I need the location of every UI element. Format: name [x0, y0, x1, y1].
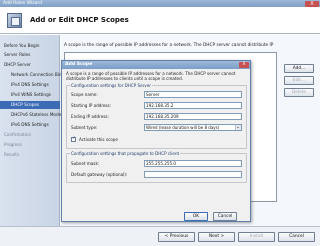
dialog-close-button[interactable]: X: [239, 62, 249, 68]
subnet-mask-input[interactable]: 255.255.255.0: [144, 160, 242, 167]
window-titlebar: Add Roles Wizard X: [0, 0, 320, 7]
subnet-type-select[interactable]: Wired (lease duration will be 8 days): [144, 124, 242, 131]
ending-ip-input[interactable]: 192.168.35.209: [144, 113, 242, 120]
sidebar-item-dhcp-server[interactable]: DHCP Server: [4, 61, 31, 69]
wizard-steps-sidebar: Before You Begin Server Roles DHCP Serve…: [0, 35, 73, 226]
window-close-button[interactable]: X: [305, 0, 319, 7]
starting-ip-label: Starting IP address:: [71, 103, 112, 108]
dhcp-client-settings-group: Configuration settings that propagate to…: [66, 151, 247, 183]
sidebar-item-progress: Progress: [4, 142, 22, 147]
activate-scope-label: Activate this scope: [79, 137, 118, 142]
edit-scope-button: Edit...: [284, 76, 314, 85]
sidebar-item-ipv6-dns-settings[interactable]: IPv6 DNS Settings: [11, 121, 49, 129]
starting-ip-input[interactable]: 192.168.35.2: [144, 102, 242, 109]
delete-scope-button: Delete: [284, 88, 314, 97]
scope-description: A scope is the range of possible IP addr…: [64, 43, 274, 48]
sidebar-item-dhcpv6-stateless-mode[interactable]: DHCPv6 Stateless Mode: [11, 111, 61, 119]
activate-scope-checkbox[interactable]: [71, 136, 76, 142]
subnet-type-value: Wired (lease duration will be 8 days): [146, 125, 220, 130]
sidebar-item-before-you-begin[interactable]: Before You Begin: [4, 42, 40, 50]
sidebar-item-server-roles[interactable]: Server Roles: [4, 51, 30, 59]
add-scope-button[interactable]: Add...: [284, 64, 314, 73]
wizard-header: Add or Edit DHCP Scopes: [0, 7, 320, 34]
sidebar-item-ipv4-dns-settings[interactable]: IPv4 DNS Settings: [11, 81, 49, 89]
add-scope-dialog: Add Scope X A scope is a range of possib…: [61, 60, 251, 222]
previous-button[interactable]: < Previous: [158, 232, 195, 242]
subnet-mask-label: Subnet mask:: [71, 161, 100, 166]
sidebar-item-confirmation: Confirmation: [4, 132, 32, 137]
default-gateway-input[interactable]: [144, 171, 242, 178]
dialog-intro-text: A scope is a range of possible IP addres…: [66, 71, 236, 82]
window-title: Add Roles Wizard: [3, 1, 42, 6]
dialog-cancel-button[interactable]: Cancel: [213, 212, 237, 221]
sidebar-item-ipv4-wins-settings[interactable]: IPv4 WINS Settings: [11, 91, 51, 99]
sidebar-item-results: Results: [4, 152, 20, 157]
page-title: Add or Edit DHCP Scopes: [30, 16, 129, 24]
install-button: Install: [238, 232, 275, 242]
cancel-button[interactable]: Cancel: [278, 232, 315, 242]
scope-name-label: Scope name:: [71, 92, 98, 97]
dhcp-client-settings-legend: Configuration settings that propagate to…: [71, 151, 180, 156]
chevron-down-icon[interactable]: [235, 125, 241, 130]
dialog-title: Add Scope: [62, 61, 250, 69]
subnet-type-label: Subnet type:: [71, 125, 98, 130]
sidebar-item-dhcp-scopes[interactable]: DHCP Scopes: [0, 101, 60, 109]
next-button[interactable]: Next >: [198, 232, 235, 242]
ending-ip-label: Ending IP address:: [71, 114, 109, 119]
wizard-icon: [7, 13, 22, 28]
dhcp-server-settings-legend: Configuration settings for DHCP Server: [71, 83, 151, 88]
wizard-footer: < Previous Next > Install Cancel: [0, 226, 320, 246]
default-gateway-label: Default gateway (optional):: [71, 172, 128, 177]
ok-button[interactable]: OK: [184, 212, 208, 221]
scope-name-input[interactable]: Server: [144, 91, 242, 98]
